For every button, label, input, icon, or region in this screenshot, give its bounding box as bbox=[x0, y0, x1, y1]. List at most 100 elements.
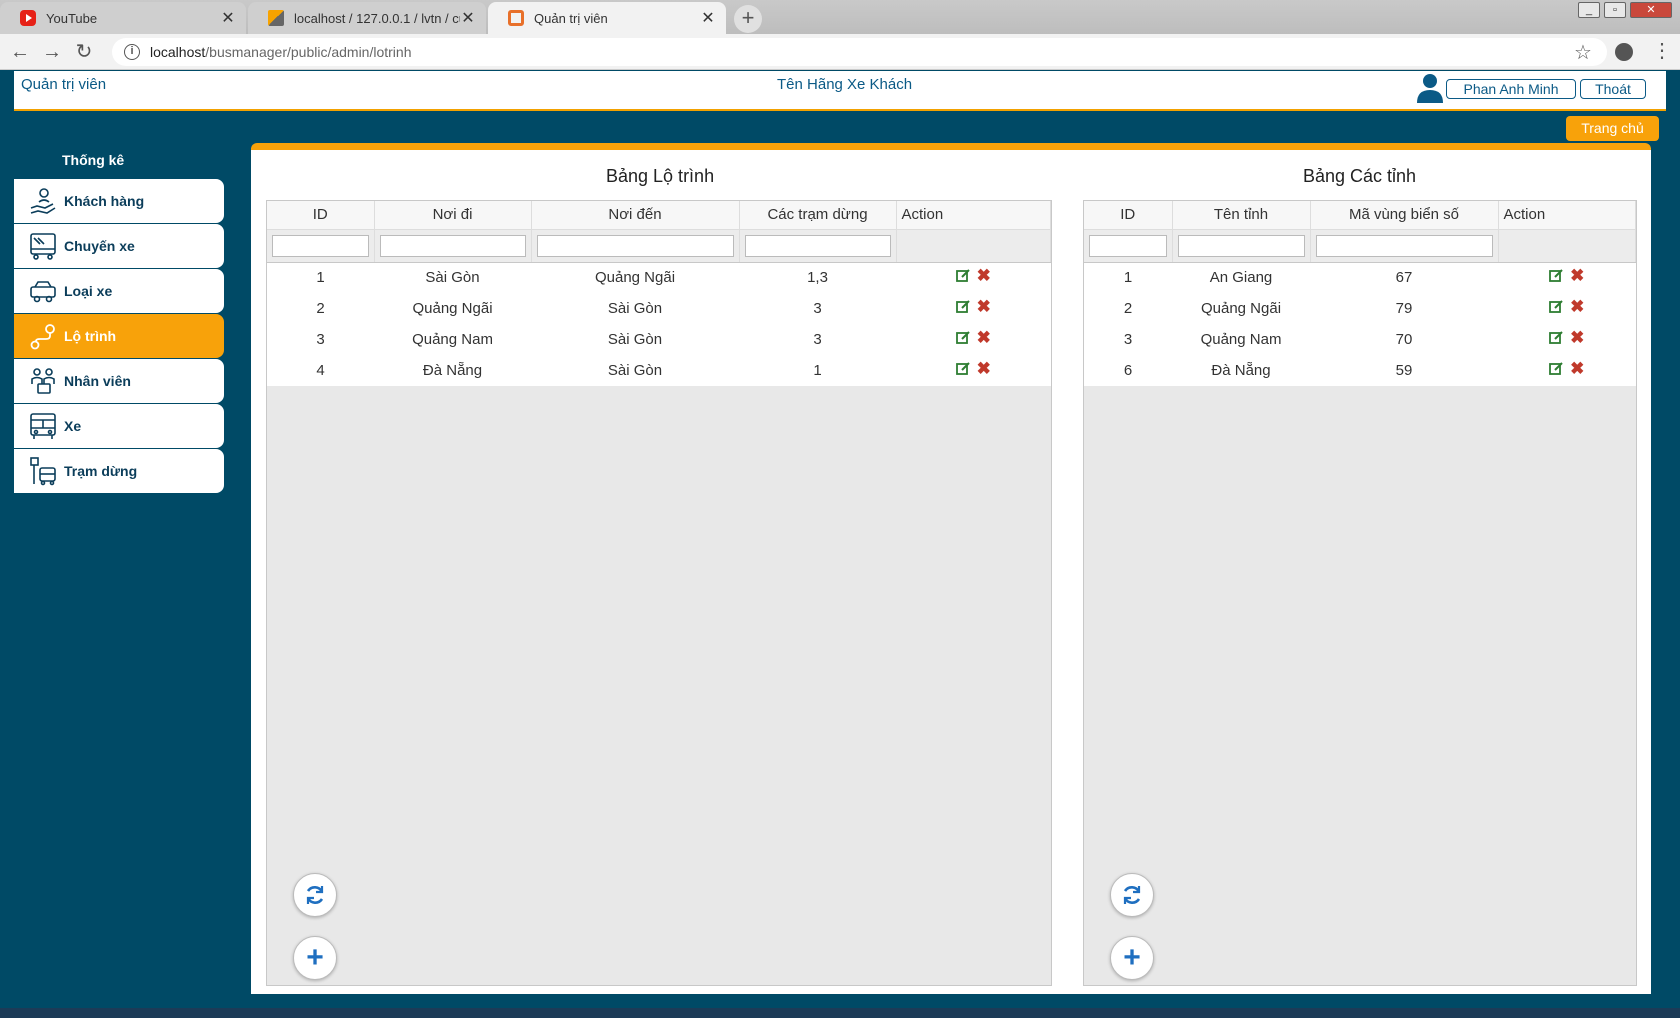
filter-province-name-input[interactable] bbox=[1177, 234, 1305, 257]
add-route-button[interactable]: + bbox=[293, 936, 337, 980]
sidebar-title[interactable]: Thống kê bbox=[62, 152, 124, 168]
table-row[interactable]: 2 Quảng Ngãi 79 ✖ bbox=[1084, 293, 1636, 324]
filter-plate-code-input[interactable] bbox=[1315, 234, 1493, 257]
delete-icon[interactable]: ✖ bbox=[977, 298, 991, 315]
table-row[interactable]: 3 Quảng Nam 70 ✖ bbox=[1084, 324, 1636, 355]
table-row[interactable]: 1 An Giang 67 ✖ bbox=[1084, 262, 1636, 293]
logout-button[interactable]: Thoát bbox=[1580, 79, 1646, 99]
vehicle-type-icon bbox=[26, 274, 60, 308]
filter-from-input[interactable] bbox=[379, 234, 526, 257]
close-tab-icon[interactable]: ✕ bbox=[460, 8, 476, 28]
edit-icon[interactable] bbox=[1549, 268, 1564, 283]
cell-to: Sài Gòn bbox=[607, 362, 663, 379]
close-tab-icon[interactable]: ✕ bbox=[700, 8, 716, 28]
browser-tab[interactable]: YouTube ✕ bbox=[0, 2, 246, 34]
site-info-icon[interactable]: i bbox=[124, 44, 140, 60]
filter-stops-input[interactable] bbox=[744, 234, 891, 257]
new-tab-button[interactable]: + bbox=[734, 5, 762, 33]
edit-icon[interactable] bbox=[1549, 330, 1564, 345]
column-header-stops[interactable]: Các trạm dừng bbox=[739, 201, 897, 230]
delete-icon[interactable]: ✖ bbox=[1570, 360, 1584, 377]
delete-icon[interactable]: ✖ bbox=[1570, 329, 1584, 346]
sidebar-item-label: Nhân viên bbox=[64, 373, 131, 389]
delete-icon[interactable]: ✖ bbox=[977, 267, 991, 284]
minimize-icon[interactable]: _ bbox=[1578, 2, 1600, 18]
column-header-action: Action bbox=[896, 201, 1051, 230]
sidebar-item-vehicle-types[interactable]: Loại xe bbox=[14, 269, 224, 313]
os-taskbar bbox=[0, 1008, 1680, 1018]
refresh-button[interactable] bbox=[1110, 873, 1154, 917]
column-header-province-name[interactable]: Tên tỉnh bbox=[1172, 201, 1311, 230]
table-row[interactable]: 2 Quảng Ngãi Sài Gòn 3 ✖ bbox=[267, 293, 1051, 324]
routes-table-title: Bảng Lộ trình bbox=[606, 166, 715, 186]
filter-id-input[interactable] bbox=[1089, 234, 1167, 257]
sidebar-item-label: Xe bbox=[64, 418, 82, 434]
edit-icon[interactable] bbox=[955, 299, 971, 314]
refresh-icon bbox=[1123, 886, 1141, 904]
delete-icon[interactable]: ✖ bbox=[977, 329, 991, 346]
delete-icon[interactable]: ✖ bbox=[1570, 267, 1584, 284]
url-input[interactable]: i localhost/busmanager/public/admin/lotr… bbox=[112, 38, 1607, 66]
edit-icon[interactable] bbox=[955, 330, 971, 345]
forward-icon[interactable]: → bbox=[40, 40, 64, 64]
provinces-table-title: Bảng Các tỉnh bbox=[1303, 166, 1417, 186]
browser-tab[interactable]: localhost / 127.0.0.1 / lvtn / custo ✕ bbox=[248, 2, 486, 34]
sidebar-item-customers[interactable]: Khách hàng bbox=[14, 179, 224, 223]
column-header-id[interactable]: ID bbox=[1084, 201, 1173, 230]
browser-menu-icon[interactable]: ⋮ bbox=[1652, 38, 1672, 63]
table-row[interactable]: 3 Quảng Nam Sài Gòn 3 ✖ bbox=[267, 324, 1051, 355]
cell-from: Đà Nẵng bbox=[422, 362, 483, 379]
company-name: Tên Hãng Xe Khách bbox=[777, 76, 913, 93]
cell-id: 4 bbox=[316, 362, 325, 379]
column-header-to[interactable]: Nơi đến bbox=[531, 201, 740, 230]
youtube-icon bbox=[20, 10, 36, 26]
edit-icon[interactable] bbox=[1549, 299, 1564, 314]
refresh-button[interactable] bbox=[293, 873, 337, 917]
bookmark-star-icon[interactable]: ☆ bbox=[1574, 40, 1592, 65]
plus-icon: + bbox=[1123, 941, 1141, 974]
phpmyadmin-icon bbox=[268, 10, 284, 26]
edit-icon[interactable] bbox=[955, 268, 971, 283]
sidebar-item-trips[interactable]: Chuyến xe bbox=[14, 224, 224, 268]
cell-plate-code: 79 bbox=[1395, 300, 1413, 317]
refresh-icon bbox=[306, 886, 324, 904]
add-province-button[interactable]: + bbox=[1110, 936, 1154, 980]
filter-to-input[interactable] bbox=[536, 234, 734, 257]
column-header-id[interactable]: ID bbox=[267, 201, 375, 230]
sidebar-item-bus-stops[interactable]: Trạm dừng bbox=[14, 449, 224, 493]
cell-plate-code: 59 bbox=[1395, 362, 1413, 379]
back-icon[interactable]: ← bbox=[8, 40, 32, 64]
route-icon bbox=[26, 319, 60, 353]
column-header-plate-code[interactable]: Mã vùng biển số bbox=[1310, 201, 1499, 230]
home-button[interactable]: Trang chủ bbox=[1566, 116, 1659, 141]
table-row[interactable]: 6 Đà Nẵng 59 ✖ bbox=[1084, 355, 1636, 386]
sidebar-item-buses[interactable]: Xe bbox=[14, 404, 224, 448]
sidebar-item-label: Trạm dừng bbox=[64, 463, 138, 479]
table-row[interactable]: 1 Sài Gòn Quảng Ngãi 1,3 ✖ bbox=[267, 262, 1051, 293]
browser-tab-active[interactable]: Quản trị viên ✕ bbox=[488, 2, 726, 34]
restore-icon[interactable]: ▫ bbox=[1604, 2, 1626, 18]
edit-icon[interactable] bbox=[955, 361, 971, 376]
provinces-table-panel: ID Tên tỉnh Mã vùng biển số Action 1 An … bbox=[1083, 200, 1637, 986]
cell-plate-code: 67 bbox=[1395, 269, 1413, 287]
account-icon[interactable] bbox=[1615, 43, 1633, 61]
cell-from: Quảng Nam bbox=[412, 331, 493, 348]
delete-icon[interactable]: ✖ bbox=[977, 360, 991, 377]
browser-tab-bar: YouTube ✕ localhost / 127.0.0.1 / lvtn /… bbox=[0, 0, 1680, 34]
sidebar-item-routes[interactable]: Lộ trình bbox=[14, 314, 224, 358]
column-header-from[interactable]: Nơi đi bbox=[374, 201, 532, 230]
window-controls: _ ▫ ✕ bbox=[1578, 2, 1672, 18]
table-row[interactable]: 4 Đà Nẵng Sài Gòn 1 ✖ bbox=[267, 355, 1051, 386]
cell-stops: 3 bbox=[813, 331, 822, 348]
close-tab-icon[interactable]: ✕ bbox=[220, 8, 236, 28]
reload-icon[interactable]: ↻ bbox=[72, 40, 96, 64]
cell-from: Quảng Ngãi bbox=[412, 300, 493, 317]
sidebar-item-label: Lộ trình bbox=[64, 328, 117, 344]
close-window-icon[interactable]: ✕ bbox=[1630, 2, 1672, 18]
cell-stops: 1 bbox=[813, 362, 822, 379]
user-profile-button[interactable]: Phan Anh Minh bbox=[1446, 79, 1576, 99]
sidebar-item-staff[interactable]: Nhân viên bbox=[14, 359, 224, 403]
edit-icon[interactable] bbox=[1549, 361, 1564, 376]
filter-id-input[interactable] bbox=[272, 234, 369, 257]
delete-icon[interactable]: ✖ bbox=[1570, 298, 1584, 315]
